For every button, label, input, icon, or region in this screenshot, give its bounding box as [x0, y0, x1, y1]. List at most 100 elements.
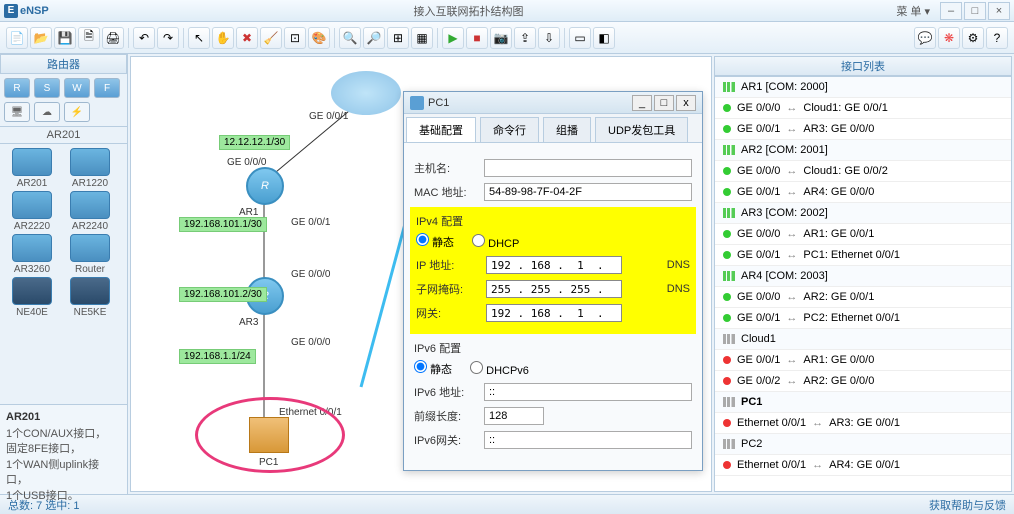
- radio-ipv6-static[interactable]: 静态: [414, 360, 452, 377]
- redo-icon[interactable]: ↷: [157, 27, 179, 49]
- link-category-icon[interactable]: ⚡: [64, 102, 90, 122]
- menu-button[interactable]: 菜 单 ▾: [888, 1, 938, 21]
- ip-label: 192.168.1.1/24: [179, 349, 256, 364]
- ip-addr-input[interactable]: [486, 256, 622, 274]
- settings-icon[interactable]: ⚙: [962, 27, 984, 49]
- tab-cli[interactable]: 命令行: [480, 117, 539, 142]
- interface-row[interactable]: Ethernet 0/0/1 ↔ AR3: GE 0/0/1: [715, 413, 1011, 434]
- port-label: GE 0/0/0: [291, 337, 330, 348]
- interface-row[interactable]: GE 0/0/0 ↔ Cloud1: GE 0/0/1: [715, 98, 1011, 119]
- pc-category-icon[interactable]: 🖥: [4, 102, 30, 122]
- interface-device-row[interactable]: Cloud1: [715, 329, 1011, 350]
- save-icon[interactable]: 💾: [54, 27, 76, 49]
- radio-dhcpv6[interactable]: DHCPv6: [470, 361, 529, 377]
- device-grid: AR201AR1220AR2220AR2240AR3260RouterNE40E…: [0, 144, 127, 404]
- device-item[interactable]: NE40E: [4, 277, 60, 318]
- dialog-maximize-button[interactable]: □: [654, 95, 674, 111]
- tab-multicast[interactable]: 组播: [543, 117, 591, 142]
- interface-row[interactable]: GE 0/0/1 ↔ AR3: GE 0/0/0: [715, 119, 1011, 140]
- device-item[interactable]: AR2220: [4, 191, 60, 232]
- dialog-minimize-button[interactable]: _: [632, 95, 652, 111]
- help-icon[interactable]: ?: [986, 27, 1008, 49]
- interface-device-row[interactable]: AR3 [COM: 2002]: [715, 203, 1011, 224]
- interface-row[interactable]: GE 0/0/0 ↔ AR1: GE 0/0/1: [715, 224, 1011, 245]
- device-item[interactable]: AR201: [4, 148, 60, 189]
- text-icon[interactable]: ⊡: [284, 27, 306, 49]
- ip-addr-label: IP 地址:: [416, 257, 480, 273]
- huawei-icon[interactable]: ❋: [938, 27, 960, 49]
- interface-row[interactable]: GE 0/0/0 ↔ AR2: GE 0/0/1: [715, 287, 1011, 308]
- cloud-category-icon[interactable]: ☁: [34, 102, 60, 122]
- device-item[interactable]: NE5KE: [62, 277, 118, 318]
- interface-row[interactable]: GE 0/0/1 ↔ AR4: GE 0/0/0: [715, 182, 1011, 203]
- radio-dhcp[interactable]: DHCP: [472, 234, 519, 250]
- prefix-input[interactable]: [484, 407, 544, 425]
- import-icon[interactable]: ⇩: [538, 27, 560, 49]
- router-category-icon[interactable]: R: [4, 78, 30, 98]
- device-item[interactable]: AR3260: [4, 234, 60, 275]
- interface-device-row[interactable]: AR4 [COM: 2003]: [715, 266, 1011, 287]
- interface-row[interactable]: GE 0/0/1 ↔ PC1: Ethernet 0/0/1: [715, 245, 1011, 266]
- tab-basic-config[interactable]: 基础配置: [406, 117, 476, 142]
- stop-icon[interactable]: ■: [466, 27, 488, 49]
- screen-icon[interactable]: ▭: [569, 27, 591, 49]
- pc-node[interactable]: [249, 417, 289, 453]
- topology-canvas[interactable]: Cloud1 GE 0/0/1 12.12.12.1/30 GE 0/0/0 R…: [130, 56, 712, 492]
- minimize-button[interactable]: –: [940, 2, 962, 20]
- open-icon[interactable]: 📂: [30, 27, 52, 49]
- interface-device-row[interactable]: AR2 [COM: 2001]: [715, 140, 1011, 161]
- radio-static[interactable]: 静态: [416, 233, 454, 250]
- device-item[interactable]: AR2240: [62, 191, 118, 232]
- device-item[interactable]: AR1220: [62, 148, 118, 189]
- window-icon[interactable]: ◧: [593, 27, 615, 49]
- grid-icon[interactable]: ▦: [411, 27, 433, 49]
- export-icon[interactable]: ⇪: [514, 27, 536, 49]
- wlan-category-icon[interactable]: W: [64, 78, 90, 98]
- interface-row[interactable]: GE 0/0/1 ↔ AR1: GE 0/0/0: [715, 350, 1011, 371]
- dialog-titlebar[interactable]: PC1 _ □ x: [404, 92, 702, 114]
- interface-device-row[interactable]: PC1: [715, 392, 1011, 413]
- zoomin-icon[interactable]: 🔍: [339, 27, 361, 49]
- select-icon[interactable]: ↖: [188, 27, 210, 49]
- router-node-ar1[interactable]: R: [246, 167, 284, 205]
- switch-category-icon[interactable]: S: [34, 78, 60, 98]
- firewall-category-icon[interactable]: F: [94, 78, 120, 98]
- status-dot-icon: [723, 125, 731, 133]
- interface-row[interactable]: Ethernet 0/0/1 ↔ AR4: GE 0/0/1: [715, 455, 1011, 476]
- dns-label: DNS: [667, 283, 690, 295]
- ipv6-addr-input[interactable]: [484, 383, 692, 401]
- subnet-mask-input[interactable]: [486, 280, 622, 298]
- ipv6-gw-input[interactable]: [484, 431, 692, 449]
- interface-row[interactable]: GE 0/0/0 ↔ Cloud1: GE 0/0/2: [715, 161, 1011, 182]
- mac-input[interactable]: [484, 183, 692, 201]
- broom-icon[interactable]: 🧹: [260, 27, 282, 49]
- device-categories: R S W F 🖥 ☁ ⚡: [0, 74, 127, 127]
- device-item[interactable]: Router: [62, 234, 118, 275]
- start-icon[interactable]: ▶: [442, 27, 464, 49]
- palette-icon[interactable]: 🎨: [308, 27, 330, 49]
- zoomout-icon[interactable]: 🔎: [363, 27, 385, 49]
- saveas-icon[interactable]: 🗎: [78, 27, 100, 49]
- cloud-node[interactable]: [331, 71, 401, 115]
- undo-icon[interactable]: ↶: [133, 27, 155, 49]
- interface-device-row[interactable]: AR1 [COM: 2000]: [715, 77, 1011, 98]
- fit-icon[interactable]: ⊞: [387, 27, 409, 49]
- interface-row[interactable]: GE 0/0/1 ↔ PC2: Ethernet 0/0/1: [715, 308, 1011, 329]
- tab-udp-tool[interactable]: UDP发包工具: [595, 117, 688, 142]
- dialog-close-button[interactable]: x: [676, 95, 696, 111]
- interface-device-row[interactable]: PC2: [715, 434, 1011, 455]
- print-icon[interactable]: 🖨: [102, 27, 124, 49]
- pan-icon[interactable]: ✋: [212, 27, 234, 49]
- interface-row[interactable]: GE 0/0/2 ↔ AR2: GE 0/0/0: [715, 371, 1011, 392]
- status-help-link[interactable]: 获取帮助与反馈: [929, 497, 1006, 513]
- hostname-input[interactable]: [484, 159, 692, 177]
- chat-icon[interactable]: 💬: [914, 27, 936, 49]
- maximize-button[interactable]: □: [964, 2, 986, 20]
- hostname-label: 主机名:: [414, 160, 478, 176]
- close-button[interactable]: ×: [988, 2, 1010, 20]
- toolbar: 📄 📂 💾 🗎 🖨 ↶ ↷ ↖ ✋ ✖ 🧹 ⊡ 🎨 🔍 🔎 ⊞ ▦ ▶ ■ 📷 …: [0, 22, 1014, 54]
- capture-icon[interactable]: 📷: [490, 27, 512, 49]
- new-icon[interactable]: 📄: [6, 27, 28, 49]
- delete-icon[interactable]: ✖: [236, 27, 258, 49]
- gateway-input[interactable]: [486, 304, 622, 322]
